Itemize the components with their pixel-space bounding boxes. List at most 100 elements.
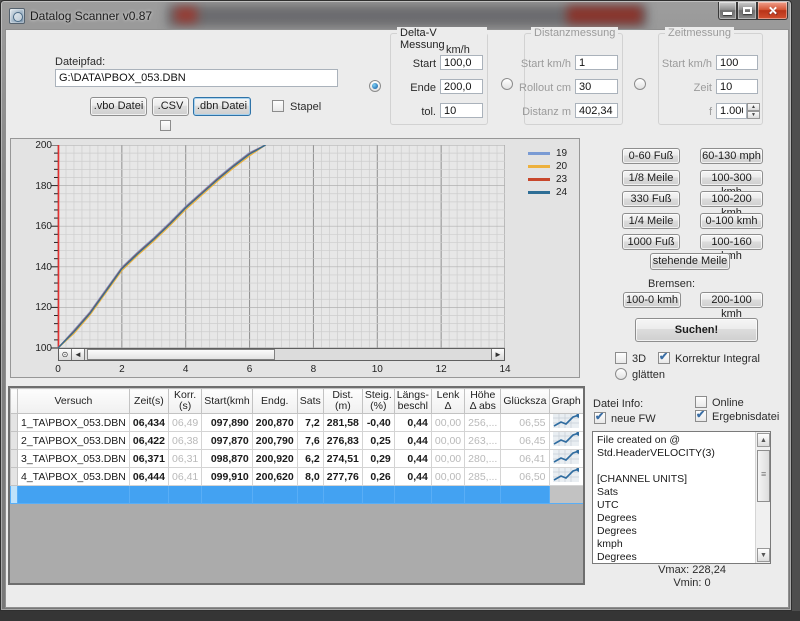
neue-fw-checkbox[interactable] <box>594 412 606 424</box>
column-header-steig-[interactable]: Steig.(%) <box>362 389 394 414</box>
cell-versuch: 2_TA\PBOX_053.DBN <box>18 432 130 450</box>
cell-hoehe: 263,... <box>465 432 501 450</box>
tol-input[interactable] <box>440 103 483 118</box>
column-header-endg-[interactable]: Endg. <box>252 389 297 414</box>
column-header-l-ngs--beschl[interactable]: Längs- beschl <box>394 389 431 414</box>
row-selector[interactable] <box>11 468 18 486</box>
brake-200-100-button[interactable]: 200-100 kmh <box>700 292 763 308</box>
file-header-listbox[interactable]: File created on @Std.HeaderVELOCITY(3) [… <box>592 431 771 564</box>
cell-earth[interactable]: htt... <box>583 450 585 468</box>
f-spinner[interactable]: ▲ ▼ <box>747 103 760 119</box>
speed-chart[interactable] <box>50 145 505 349</box>
chart-scrollbar[interactable]: ⊙ ◄ ► <box>58 348 505 361</box>
column-header-gl-cksza[interactable]: Glücksza <box>501 389 549 414</box>
cell-graph[interactable] <box>549 414 583 432</box>
measure-button-0-60-fu-[interactable]: 0-60 Fuß <box>622 148 680 164</box>
measure-button-100-200-kmh[interactable]: 100-200 kmh <box>700 191 763 207</box>
brake-100-0-button[interactable]: 100-0 kmh <box>623 292 681 308</box>
column-header-start-kmh[interactable]: Start(kmh <box>202 389 253 414</box>
measure-button-100-300-kmh[interactable]: 100-300 kmh <box>700 170 763 186</box>
cell-graph[interactable] <box>549 432 583 450</box>
distanz-group-title: Distanzmessung <box>531 27 618 39</box>
stehende-meile-button[interactable]: stehende Meile <box>650 253 730 270</box>
start-input[interactable] <box>440 55 483 70</box>
row-selector[interactable] <box>11 450 18 468</box>
chart-scroll-thumb[interactable] <box>87 349 275 360</box>
column-header-sats[interactable]: Sats <box>297 389 323 414</box>
table-row[interactable]: 2_TA\PBOX_053.DBN06,42206,38097,870200,7… <box>11 432 586 450</box>
maximize-button[interactable] <box>737 2 757 20</box>
ende-input[interactable] <box>440 79 483 94</box>
measure-button-100-160-kmh[interactable]: 100-160 kmh <box>700 234 763 250</box>
stapel-checkbox[interactable] <box>272 100 284 112</box>
cell-graph[interactable] <box>549 468 583 486</box>
graph-icon[interactable] <box>553 432 579 446</box>
table-row[interactable]: 3_TA\PBOX_053.DBN06,37106,31098,870200,9… <box>11 450 586 468</box>
deltav-mode-radio[interactable] <box>369 80 381 92</box>
minimize-icon <box>723 12 732 15</box>
column-header-korr-s-[interactable]: Korr.(s) <box>168 389 201 414</box>
graph-icon[interactable] <box>553 450 579 464</box>
zeit-start-input[interactable] <box>716 55 758 70</box>
dbn-datei-button[interactable]: .dbn Datei <box>193 97 251 116</box>
glaetten-radio[interactable] <box>615 368 627 380</box>
cell-graph[interactable] <box>549 450 583 468</box>
cell-earth[interactable]: htt... <box>583 432 585 450</box>
chart-scroll-right-icon[interactable]: ► <box>491 349 504 360</box>
distanz-mode-radio[interactable] <box>501 78 513 90</box>
spinner-up-icon[interactable]: ▲ <box>747 103 760 111</box>
minimize-button[interactable] <box>718 2 737 20</box>
extra-checkbox[interactable] <box>160 120 171 131</box>
rollout-input[interactable] <box>575 79 618 94</box>
column-header-h-he-abs[interactable]: Höhe Δ abs <box>465 389 501 414</box>
distanz-m-input[interactable] <box>575 103 618 118</box>
close-button[interactable] <box>757 2 788 20</box>
column-header-versuch[interactable]: Versuch <box>18 389 130 414</box>
graph-icon[interactable] <box>553 468 579 482</box>
cell-versuch: 3_TA\PBOX_053.DBN <box>18 450 130 468</box>
scroll-down-icon[interactable]: ▼ <box>757 548 770 562</box>
measure-button-1-4-meile[interactable]: 1/4 Meile <box>622 213 680 229</box>
measure-button-1000-fu-[interactable]: 1000 Fuß <box>622 234 680 250</box>
csv-button[interactable]: .CSV <box>152 97 189 116</box>
zeit-input[interactable] <box>716 79 758 94</box>
measure-button-330-fu-[interactable]: 330 Fuß <box>622 191 680 207</box>
distanz-start-input[interactable] <box>575 55 618 70</box>
zeit-mode-radio[interactable] <box>634 78 646 90</box>
3d-checkbox[interactable] <box>615 352 627 364</box>
vbo-datei-button[interactable]: .vbo Datei <box>90 97 147 116</box>
table-row[interactable]: 4_TA\PBOX_053.DBN06,44406,41099,910200,6… <box>11 468 586 486</box>
cell-earth[interactable]: htt... <box>583 468 585 486</box>
title-bar[interactable]: Datalog Scanner v0.87 <box>2 2 791 29</box>
spinner-down-icon[interactable]: ▼ <box>747 111 760 119</box>
row-selector[interactable] <box>11 414 18 432</box>
column-header-lenk-[interactable]: Lenk Δ <box>431 389 464 414</box>
graph-icon[interactable] <box>553 414 579 428</box>
measure-button-1-8-meile[interactable]: 1/8 Meile <box>622 170 680 186</box>
cell-hoehe: 256,... <box>465 414 501 432</box>
y-tick-label: 120 <box>24 302 52 313</box>
measure-button-60-130-mph[interactable]: 60-130 mph <box>700 148 763 164</box>
korrektur-checkbox[interactable] <box>658 352 670 364</box>
suchen-button[interactable]: Suchen! <box>635 318 758 342</box>
table-row[interactable]: 1_TA\PBOX_053.DBN06,43406,49097,890200,8… <box>11 414 586 432</box>
f-input[interactable] <box>716 103 747 119</box>
column-header-zeit-s-[interactable]: Zeit(s) <box>129 389 168 414</box>
row-selector[interactable] <box>11 432 18 450</box>
online-checkbox[interactable] <box>695 396 707 408</box>
listbox-scrollbar[interactable]: ▲ ▼ <box>755 432 770 563</box>
column-header-graph[interactable]: Graph <box>549 389 583 414</box>
scroll-thumb[interactable] <box>757 450 770 502</box>
ergebnisdatei-checkbox[interactable] <box>695 410 707 422</box>
scroll-up-icon[interactable]: ▲ <box>757 433 770 447</box>
cell-earth[interactable]: htt... <box>583 414 585 432</box>
measure-button-0-100-kmh[interactable]: 0-100 kmh <box>700 213 763 229</box>
dateipfad-input[interactable] <box>55 69 338 87</box>
column-header-dist-m-[interactable]: Dist.(m) <box>323 389 362 414</box>
column-header-earth[interactable]: Earth <box>583 389 585 414</box>
row-selector[interactable] <box>11 486 18 504</box>
selected-empty-row[interactable] <box>11 486 586 504</box>
chart-zoom-reset-icon[interactable]: ⊙ <box>59 349 72 360</box>
results-table[interactable]: VersuchZeit(s)Korr.(s)Start(kmhEndg.Sats… <box>10 388 585 504</box>
chart-scroll-left-icon[interactable]: ◄ <box>72 349 85 360</box>
